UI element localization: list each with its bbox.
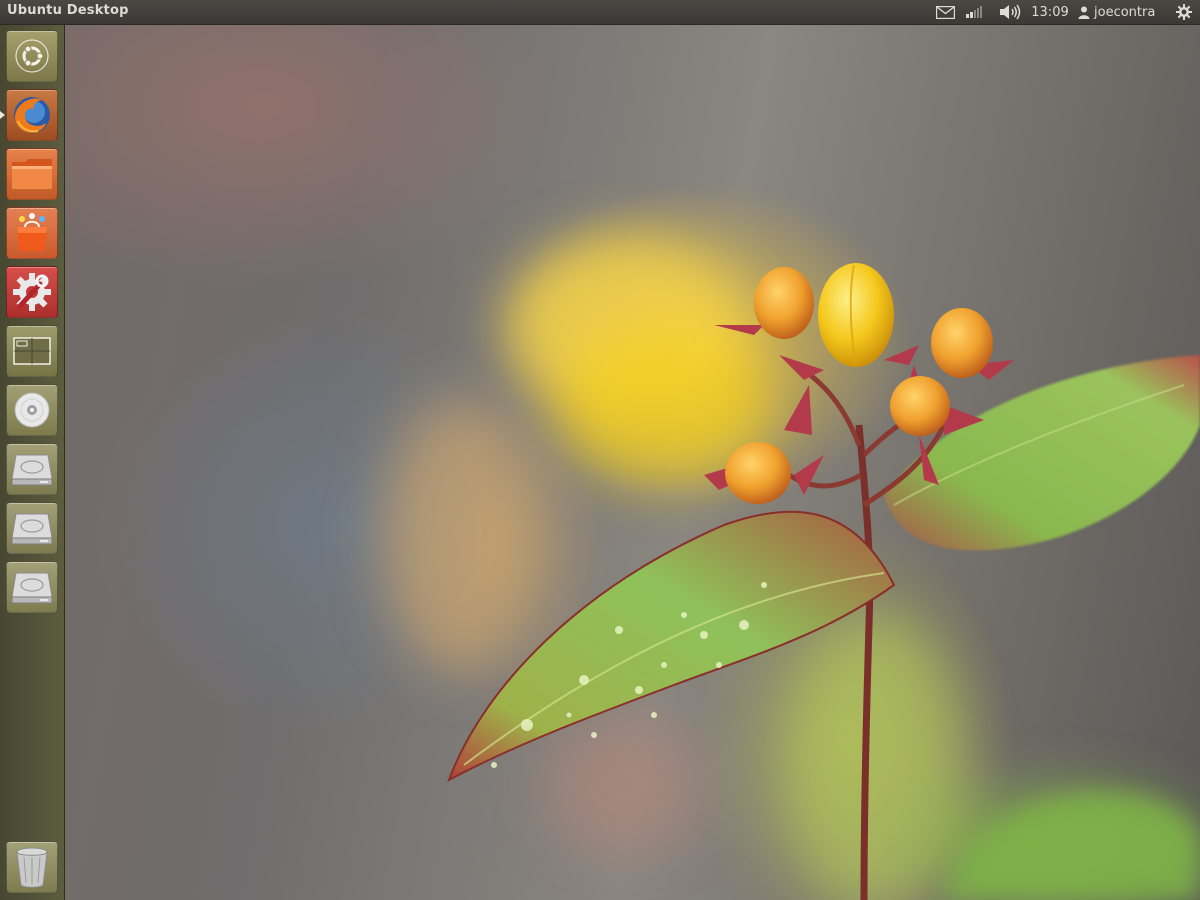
trash-icon: [16, 847, 48, 888]
launcher-item-home-folder[interactable]: [6, 148, 58, 200]
user-menu-indicator[interactable]: joecontra: [1078, 0, 1168, 24]
launcher-item-cd-drive[interactable]: [6, 384, 58, 436]
launcher: [0, 25, 65, 900]
ubuntu-desktop-screen: Ubuntu Desktop 13:09 joecontra: [0, 0, 1200, 900]
clock-indicator[interactable]: 13:09: [1028, 0, 1072, 24]
desktop-wallpaper[interactable]: [64, 25, 1200, 900]
launcher-item-workspace-switcher[interactable]: [6, 325, 58, 377]
launcher-item-firefox[interactable]: [6, 89, 58, 141]
shopping-bag-icon: [17, 213, 47, 251]
clock-time: 13:09: [1031, 4, 1069, 20]
sound-indicator[interactable]: [997, 0, 1023, 24]
launcher-item-dash-home[interactable]: [6, 30, 58, 82]
messaging-indicator[interactable]: [934, 0, 956, 24]
launcher-item-hard-drive-3[interactable]: [6, 561, 58, 613]
launcher-item-system-settings[interactable]: [6, 266, 58, 318]
network-signal-icon: [966, 6, 982, 18]
speaker-volume-icon: [1000, 4, 1021, 20]
folder-icon: [12, 159, 52, 189]
disc-icon: [14, 392, 50, 428]
running-indicator: [0, 111, 5, 119]
wrench-gear-icon: [13, 273, 51, 311]
ubuntu-logo-icon: [15, 39, 49, 73]
hard-drive-icon: [11, 454, 53, 486]
envelope-icon: [935, 5, 955, 19]
launcher-item-trash[interactable]: [6, 841, 58, 893]
launcher-item-hard-drive-1[interactable]: [6, 443, 58, 495]
hard-drive-icon: [11, 572, 53, 604]
person-icon: [1078, 6, 1090, 19]
session-indicator[interactable]: [1172, 0, 1196, 24]
wallpaper-flower-image: [379, 235, 1200, 900]
launcher-item-software-center[interactable]: [6, 207, 58, 259]
app-title: Ubuntu Desktop: [7, 3, 129, 18]
hard-drive-icon: [11, 513, 53, 545]
firefox-icon: [14, 97, 50, 133]
top-panel: Ubuntu Desktop 13:09 joecontra: [0, 0, 1200, 25]
network-indicator[interactable]: [963, 0, 987, 24]
workspaces-icon: [13, 337, 51, 365]
gear-power-icon: [1176, 4, 1192, 20]
launcher-item-hard-drive-2[interactable]: [6, 502, 58, 554]
username-label: joecontra: [1094, 4, 1156, 20]
